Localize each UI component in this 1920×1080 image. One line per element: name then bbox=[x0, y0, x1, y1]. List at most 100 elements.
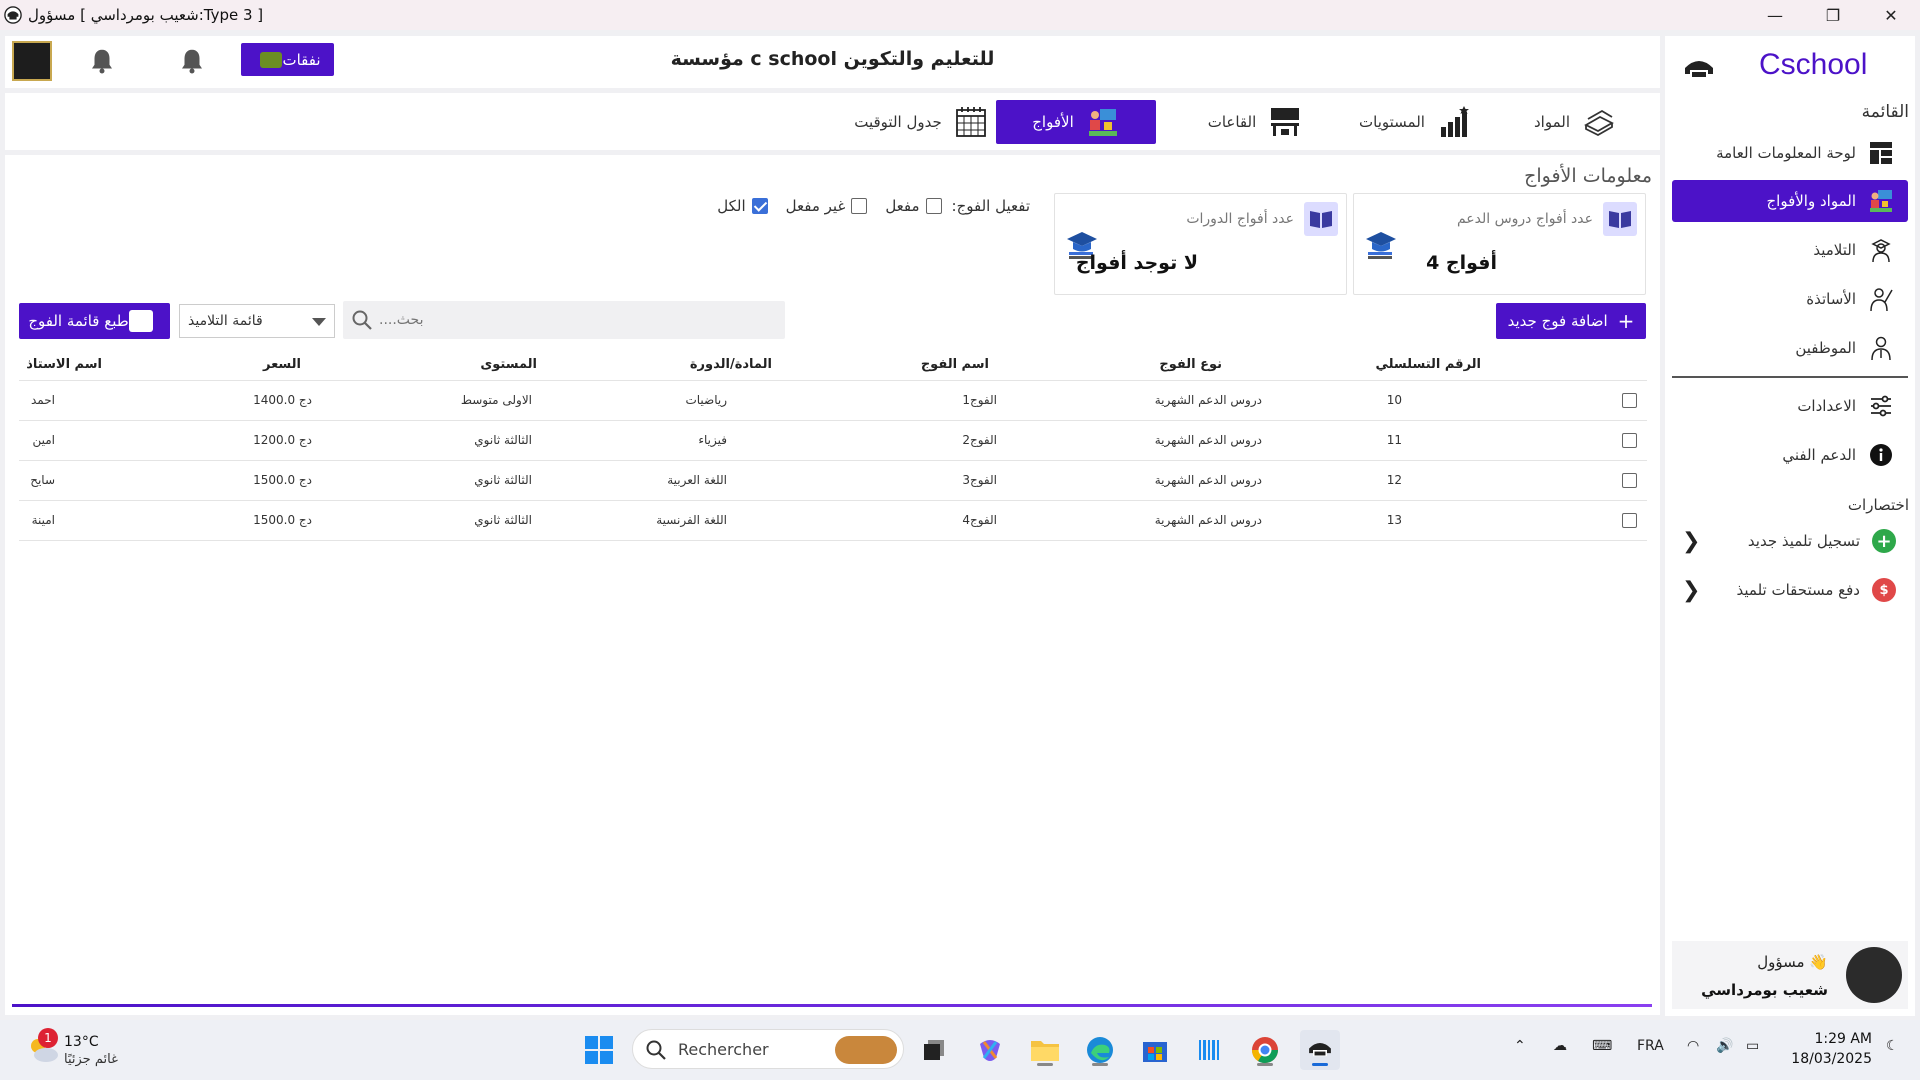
sidebar-item-support[interactable]: الدعم الفني bbox=[1672, 434, 1908, 476]
copilot-button[interactable] bbox=[970, 1030, 1010, 1070]
sidebar-item-settings[interactable]: الاعدادات bbox=[1672, 385, 1908, 427]
tab-label: الأفواج bbox=[1032, 113, 1074, 131]
table-row[interactable]: 13 دروس الدعم الشهرية الفوج4 اللغة الفرن… bbox=[19, 501, 1647, 541]
file-explorer-button[interactable] bbox=[1025, 1030, 1065, 1070]
sidebar-item-dashboard[interactable]: لوحة المعلومات العامة bbox=[1672, 132, 1908, 174]
start-button[interactable] bbox=[579, 1030, 619, 1070]
system-clock[interactable]: 1:29 AM 18/03/2025 bbox=[1784, 1029, 1872, 1069]
windows-icon bbox=[585, 1036, 613, 1064]
cell-teacher: امينة bbox=[31, 513, 55, 527]
cell-serial: 12 bbox=[1386, 473, 1402, 487]
inactive-checkbox[interactable] bbox=[851, 198, 868, 214]
battery-icon[interactable]: ▭ bbox=[1746, 1038, 1759, 1054]
col-serial: الرقم التسلسلي bbox=[1375, 357, 1481, 372]
dropdown-arrow-icon bbox=[312, 318, 326, 326]
print-list-button[interactable]: طبع قائمة الفوج bbox=[19, 303, 170, 339]
table-row[interactable]: 10 دروس الدعم الشهرية الفوج1 رياضيات الا… bbox=[19, 381, 1647, 421]
search-box[interactable] bbox=[343, 301, 785, 339]
store-button[interactable] bbox=[1135, 1030, 1175, 1070]
row-checkbox[interactable] bbox=[1622, 473, 1637, 488]
cell-teacher: سايح bbox=[30, 473, 55, 487]
table-row[interactable]: 12 دروس الدعم الشهرية الفوج3 اللغة العرب… bbox=[19, 461, 1647, 501]
cell-teacher: امين bbox=[32, 433, 55, 447]
brand-name: Cschool bbox=[1759, 48, 1868, 81]
tab-classrooms[interactable]: القاعات bbox=[1175, 100, 1335, 144]
tab-groups[interactable]: الأفواج bbox=[996, 100, 1156, 144]
focus-assist-icon[interactable]: ☾ bbox=[1886, 1038, 1899, 1054]
col-name: اسم الفوج bbox=[920, 357, 989, 372]
weather-condition: غائم جزئيًا bbox=[64, 1052, 118, 1067]
edge-button[interactable] bbox=[1080, 1030, 1120, 1070]
active-checkbox[interactable] bbox=[925, 198, 942, 214]
search-icon bbox=[646, 1040, 666, 1060]
chrome-button[interactable] bbox=[1245, 1030, 1285, 1070]
shortcut-register-student[interactable]: ❯ تسجيل تلميذ جديد + bbox=[1672, 521, 1908, 561]
restore-button[interactable]: ❐ bbox=[1804, 0, 1862, 30]
add-group-button[interactable]: + اضافة فوج جديد bbox=[1496, 303, 1646, 339]
taskbar-search[interactable]: Rechercher bbox=[632, 1029, 904, 1069]
list-select[interactable]: قائمة التلاميذ bbox=[179, 304, 335, 338]
cschool-app-button[interactable] bbox=[1300, 1030, 1340, 1070]
filter-active-option[interactable]: مفعل bbox=[885, 197, 942, 215]
groups-panel: معلومات الأفواج عدد أفواج دروس الدعم 4 أ… bbox=[5, 155, 1660, 1015]
shortcut-student-payment[interactable]: ❯ دفع مستحقات تلميذ $ bbox=[1672, 570, 1908, 610]
cell-subject: رياضيات bbox=[685, 393, 727, 407]
printer-icon bbox=[128, 310, 153, 332]
volume-icon[interactable]: 🔊 bbox=[1716, 1038, 1733, 1054]
list-select-value: قائمة التلاميذ bbox=[188, 313, 263, 329]
settings-sliders-icon bbox=[1871, 395, 1891, 417]
book-icon bbox=[1304, 202, 1338, 236]
stat-value: 4 أفواج bbox=[1426, 252, 1497, 274]
sidebar-item-employees[interactable]: الموظفين bbox=[1672, 327, 1908, 369]
shortcut-label: دفع مستحقات تلميذ bbox=[1736, 581, 1861, 599]
chevron-up-icon[interactable]: ⌃ bbox=[1514, 1038, 1526, 1054]
tab-levels[interactable]: المستويات bbox=[1335, 100, 1495, 144]
language-indicator[interactable]: FRA bbox=[1637, 1038, 1664, 1054]
taskbar: 1 13°C غائم جزئيًا Rechercher ⌃ ☁ ⌨ FRA … bbox=[0, 1020, 1920, 1080]
tab-subjects[interactable]: المواد bbox=[1495, 100, 1655, 144]
filter-all-option[interactable]: الكل bbox=[717, 197, 768, 215]
chrome-icon bbox=[1251, 1037, 1279, 1064]
all-checkbox[interactable] bbox=[751, 198, 768, 214]
cell-price: 1200.0 دج bbox=[253, 433, 312, 447]
clock-date: 18/03/2025 bbox=[1791, 1051, 1872, 1067]
close-button[interactable]: ✕ bbox=[1862, 0, 1920, 30]
sidebar-item-students[interactable]: التلاميذ bbox=[1672, 229, 1908, 271]
sidebar-item-label: التلاميذ bbox=[1813, 241, 1856, 259]
col-type: نوع الفوج bbox=[1159, 357, 1222, 372]
cell-type: دروس الدعم الشهرية bbox=[1154, 513, 1262, 527]
cell-price: 1400.0 دج bbox=[253, 393, 312, 407]
app-icon bbox=[4, 6, 22, 24]
sidebar-item-label: لوحة المعلومات العامة bbox=[1716, 144, 1856, 162]
onedrive-icon[interactable]: ☁ bbox=[1553, 1038, 1567, 1054]
keyboard-icon[interactable]: ⌨ bbox=[1592, 1038, 1612, 1054]
row-checkbox[interactable] bbox=[1622, 393, 1637, 408]
col-price: السعر bbox=[263, 357, 301, 372]
sidebar-item-label: المواد والأفواج bbox=[1766, 192, 1856, 210]
title-bar: مسؤول [ شعيب بومرداسي:Type 3 ] — ❐ ✕ bbox=[0, 0, 1920, 30]
tab-timetable[interactable]: جدول التوقيت bbox=[841, 100, 1001, 144]
option-label: غير مفعل bbox=[785, 197, 846, 215]
search-input[interactable] bbox=[379, 301, 769, 339]
sidebar-item-teachers[interactable]: الأساتذة bbox=[1672, 278, 1908, 320]
filter-inactive-option[interactable]: غير مفعل bbox=[786, 197, 868, 215]
row-checkbox[interactable] bbox=[1622, 433, 1637, 448]
running-indicator bbox=[1257, 1063, 1273, 1066]
user-profile[interactable]: مسؤول 👋 شعيب بومرداسي bbox=[1672, 941, 1908, 1009]
barcode-app-button[interactable] bbox=[1190, 1030, 1230, 1070]
weather-widget[interactable]: 1 13°C غائم جزئيًا bbox=[20, 1028, 140, 1072]
subjects-groups-icon bbox=[1870, 190, 1892, 212]
folder-icon bbox=[1031, 1041, 1059, 1061]
wifi-icon[interactable]: ◠ bbox=[1687, 1038, 1699, 1054]
table-row[interactable]: 11 دروس الدعم الشهرية الفوج2 فيزياء الثا… bbox=[19, 421, 1647, 461]
plus-icon: + bbox=[1617, 309, 1635, 333]
brand-logo: Cschool bbox=[1665, 48, 1915, 88]
weather-badge: 1 bbox=[38, 1028, 58, 1048]
task-view-button[interactable] bbox=[914, 1030, 954, 1070]
sidebar-item-subjects-groups[interactable]: المواد والأفواج bbox=[1672, 180, 1908, 222]
chevron-right-icon: ❯ bbox=[1682, 578, 1701, 603]
tab-label: المواد bbox=[1533, 113, 1570, 131]
minimize-button[interactable]: — bbox=[1746, 0, 1804, 30]
row-checkbox[interactable] bbox=[1622, 513, 1637, 528]
stat-card-course-groups: عدد أفواج الدورات لا توجد أفواج bbox=[1054, 193, 1347, 295]
